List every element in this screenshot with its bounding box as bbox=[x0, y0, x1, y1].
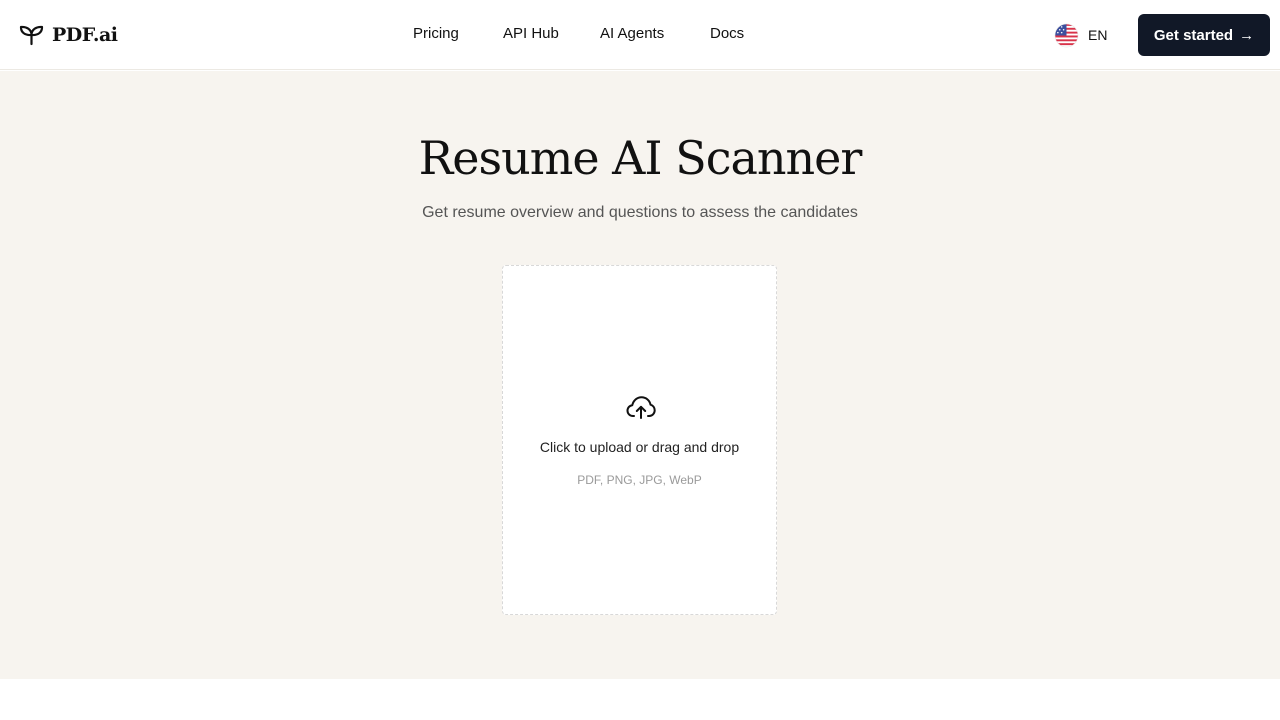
get-started-button[interactable]: Get started → bbox=[1138, 14, 1270, 56]
logo-link[interactable]: PDF.ai bbox=[19, 22, 118, 48]
nav-api-hub[interactable]: API Hub bbox=[503, 24, 559, 44]
nav-pricing[interactable]: Pricing bbox=[413, 24, 459, 44]
nav-ai-agents[interactable]: AI Agents bbox=[600, 24, 664, 44]
upload-formats: PDF, PNG, JPG, WebP bbox=[577, 473, 702, 487]
upload-prompt: Click to upload or drag and drop bbox=[539, 439, 740, 455]
language-label: EN bbox=[1088, 27, 1108, 43]
hero-section: Resume AI Scanner Get resume overview an… bbox=[0, 71, 1280, 679]
sprout-logo-icon bbox=[19, 25, 44, 46]
us-flag-icon bbox=[1054, 23, 1079, 47]
get-started-label: Get started bbox=[1153, 26, 1234, 44]
language-selector[interactable]: EN bbox=[1054, 22, 1107, 48]
logo-text: PDF.ai bbox=[52, 24, 118, 46]
below-fold-section bbox=[0, 679, 1280, 720]
site-header: PDF.ai Pricing API Hub AI Agents Docs EN… bbox=[0, 0, 1280, 70]
page-subtitle: Get resume overview and questions to ass… bbox=[422, 204, 858, 221]
cloud-upload-icon bbox=[626, 396, 656, 419]
file-upload-dropzone[interactable]: Click to upload or drag and drop PDF, PN… bbox=[502, 265, 777, 615]
page-title: Resume AI Scanner bbox=[418, 131, 863, 185]
nav-docs[interactable]: Docs bbox=[710, 24, 744, 44]
arrow-right-icon: → bbox=[1239, 26, 1255, 44]
